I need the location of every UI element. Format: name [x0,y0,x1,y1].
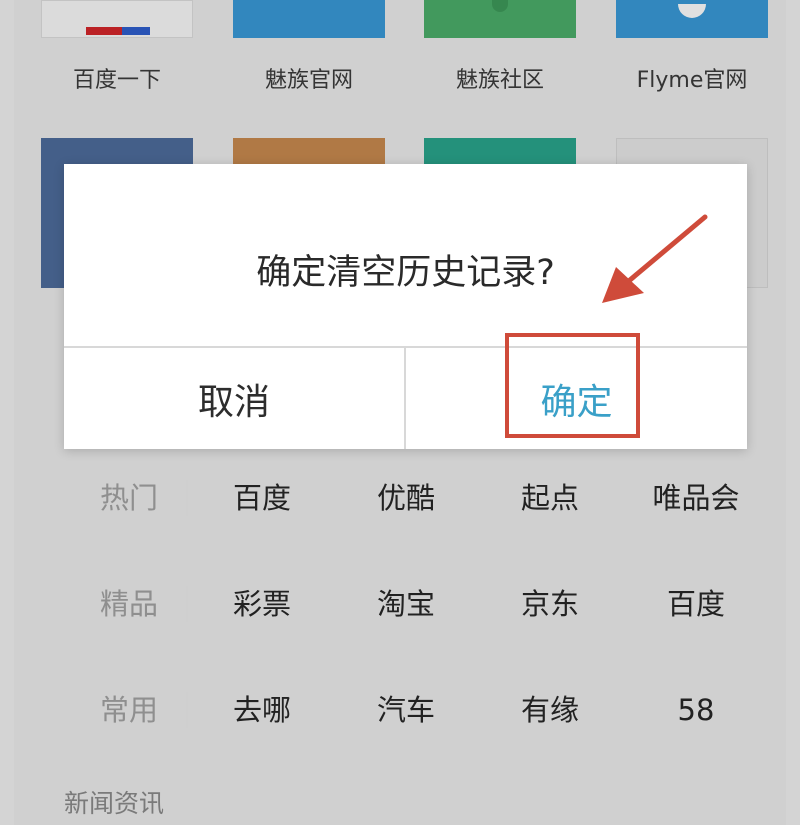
screen-edge-right [786,0,800,825]
category-link[interactable]: 京东 [485,574,615,634]
category-divider [186,480,188,516]
screen-edge-left [0,0,14,825]
category-row-hot: 热门 百度 优酷 起点 唯品会 [14,468,786,528]
category-link[interactable]: 百度 [197,468,327,528]
category-link[interactable]: 唯品会 [631,468,761,528]
category-label: 精品 [99,587,158,621]
category-link[interactable]: 有缘 [485,680,615,740]
category-divider [186,692,188,728]
category-link[interactable]: 起点 [485,468,615,528]
category-row-common: 常用 去哪 汽车 有缘 58 [14,680,786,740]
category-link[interactable]: 淘宝 [341,574,471,634]
news-section-title: 新闻资讯 [64,789,165,818]
category-link[interactable]: 百度 [631,574,761,634]
confirm-highlight-box [505,333,640,438]
category-link[interactable]: 汽车 [341,680,471,740]
category-label: 热门 [99,481,158,515]
cancel-button[interactable]: 取消 [64,348,404,449]
category-row-featured: 精品 彩票 淘宝 京东 百度 [14,574,786,634]
category-divider [186,586,188,622]
category-link[interactable]: 优酷 [341,468,471,528]
category-link[interactable]: 彩票 [197,574,327,634]
category-label: 常用 [99,693,158,727]
category-link[interactable]: 58 [631,680,761,740]
annotation-arrow-icon [602,214,708,303]
category-link[interactable]: 去哪 [197,680,327,740]
